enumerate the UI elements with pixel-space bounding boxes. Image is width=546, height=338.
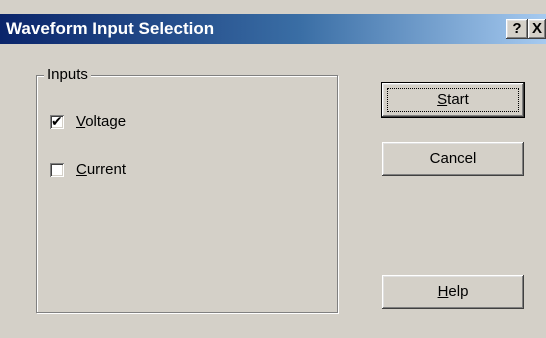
voltage-checkbox-box[interactable]: ✔ xyxy=(50,113,64,129)
voltage-checkbox-label[interactable]: Voltage xyxy=(76,113,126,131)
start-button[interactable]: Start xyxy=(381,82,525,118)
current-checkbox-label[interactable]: Current xyxy=(76,161,126,179)
help-caption-button[interactable]: ? xyxy=(506,19,528,39)
voltage-checkbox[interactable]: ✔ Voltage xyxy=(50,113,126,131)
inputs-group-label: Inputs xyxy=(44,66,91,84)
close-icon: X xyxy=(531,20,542,37)
current-checkbox-box[interactable] xyxy=(50,163,64,177)
inputs-groupbox xyxy=(36,75,338,313)
focus-rectangle: Start xyxy=(387,88,519,112)
checkmark-icon: ✔ xyxy=(51,113,63,129)
current-checkbox[interactable]: Current xyxy=(50,161,126,179)
cancel-button-label: Cancel xyxy=(429,150,477,167)
close-button[interactable]: X xyxy=(528,19,546,39)
title-bar[interactable]: Waveform Input Selection ? X xyxy=(0,14,546,44)
cancel-button[interactable]: Cancel xyxy=(382,142,524,176)
question-mark-icon: ? xyxy=(512,20,522,37)
window-title: Waveform Input Selection xyxy=(6,19,215,38)
dialog-window: Waveform Input Selection ? X Inputs ✔ Vo… xyxy=(0,0,546,338)
help-button[interactable]: Help xyxy=(382,275,524,309)
